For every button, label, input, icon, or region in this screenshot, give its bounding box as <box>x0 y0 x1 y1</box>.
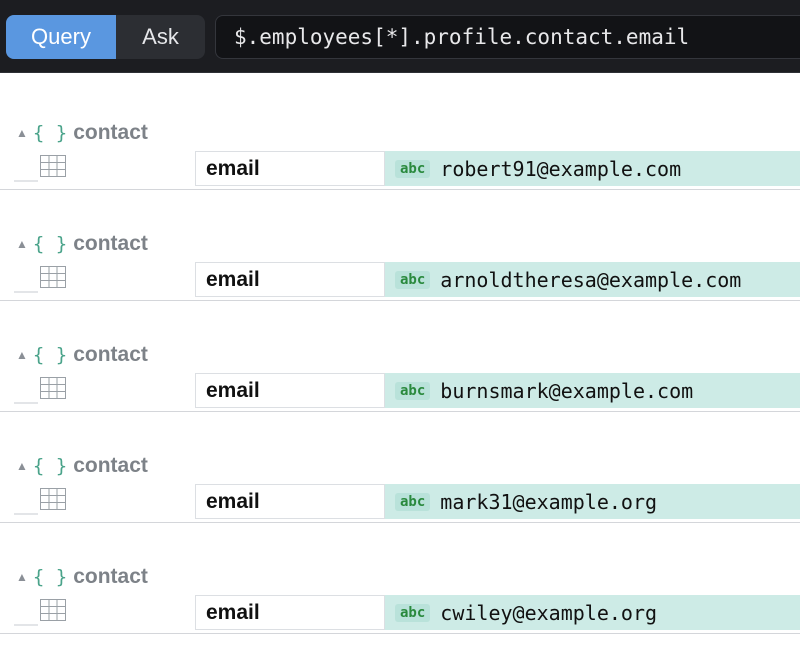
braces-icon: { } <box>32 566 68 588</box>
object-key-label: contact <box>73 565 148 588</box>
divider <box>0 300 800 301</box>
field-value-text: burnsmark@example.com <box>440 378 694 403</box>
field-value-cell[interactable]: abc mark31@example.org <box>385 484 800 519</box>
indent-guide <box>14 180 38 182</box>
indent-guide <box>14 624 38 626</box>
field-value-text: mark31@example.org <box>440 489 658 514</box>
field-name-cell: email <box>195 151 385 186</box>
record-header[interactable]: ▲ { } contact <box>16 453 148 479</box>
object-key-label: contact <box>73 232 148 255</box>
caret-up-icon[interactable]: ▲ <box>16 126 28 140</box>
table-row: email abc cwiley@example.org <box>195 595 800 630</box>
braces-icon: { } <box>32 233 68 255</box>
table-icon[interactable] <box>40 377 66 399</box>
field-value-text: cwiley@example.org <box>440 600 658 625</box>
record-header[interactable]: ▲ { } contact <box>16 231 148 257</box>
result-record: ▲ { } contact email abc arnoldtheresa@ex… <box>0 223 800 334</box>
string-type-badge: abc <box>395 159 431 178</box>
caret-up-icon[interactable]: ▲ <box>16 348 28 362</box>
string-type-badge: abc <box>395 270 431 289</box>
indent-guide <box>14 402 38 404</box>
record-header[interactable]: ▲ { } contact <box>16 564 148 590</box>
field-value-cell[interactable]: abc cwiley@example.org <box>385 595 800 630</box>
braces-icon: { } <box>32 344 68 366</box>
divider <box>0 411 800 412</box>
mode-switch: Query Ask <box>6 15 205 59</box>
table-row: email abc arnoldtheresa@example.com <box>195 262 800 297</box>
divider <box>0 633 800 634</box>
table-icon[interactable] <box>40 488 66 510</box>
table-icon[interactable] <box>40 599 66 621</box>
braces-icon: { } <box>32 122 68 144</box>
divider <box>0 522 800 523</box>
object-key-label: contact <box>73 343 148 366</box>
table-row: email abc burnsmark@example.com <box>195 373 800 408</box>
indent-guide <box>14 291 38 293</box>
field-value-text: arnoldtheresa@example.com <box>440 267 742 292</box>
field-value-cell[interactable]: abc robert91@example.com <box>385 151 800 186</box>
braces-icon: { } <box>32 455 68 477</box>
string-type-badge: abc <box>395 381 431 400</box>
field-value-cell[interactable]: abc arnoldtheresa@example.com <box>385 262 800 297</box>
indent-guide <box>14 513 38 515</box>
query-input[interactable]: $.employees[*].profile.contact.email <box>215 15 800 59</box>
record-header[interactable]: ▲ { } contact <box>16 120 148 146</box>
field-name-cell: email <box>195 373 385 408</box>
result-record: ▲ { } contact email abc burnsmark@exampl… <box>0 334 800 445</box>
field-name-cell: email <box>195 595 385 630</box>
result-record: ▲ { } contact email abc robert91@example… <box>0 112 800 223</box>
caret-up-icon[interactable]: ▲ <box>16 237 28 251</box>
field-value-cell[interactable]: abc burnsmark@example.com <box>385 373 800 408</box>
string-type-badge: abc <box>395 603 431 622</box>
caret-up-icon[interactable]: ▲ <box>16 459 28 473</box>
object-key-label: contact <box>73 454 148 477</box>
table-icon[interactable] <box>40 266 66 288</box>
result-record: ▲ { } contact email abc mark31@example.o… <box>0 445 800 556</box>
table-icon[interactable] <box>40 155 66 177</box>
result-record: ▲ { } contact email abc cwiley@example.o… <box>0 556 800 667</box>
table-row: email abc robert91@example.com <box>195 151 800 186</box>
divider <box>0 189 800 190</box>
field-name-cell: email <box>195 484 385 519</box>
field-value-text: robert91@example.com <box>440 156 682 181</box>
query-toolbar: Query Ask $.employees[*].profile.contact… <box>0 0 800 73</box>
record-header[interactable]: ▲ { } contact <box>16 342 148 368</box>
results-list: ▲ { } contact email abc robert91@example… <box>0 112 800 667</box>
object-key-label: contact <box>73 121 148 144</box>
table-row: email abc mark31@example.org <box>195 484 800 519</box>
ask-mode-button[interactable]: Ask <box>116 15 205 59</box>
field-name-cell: email <box>195 262 385 297</box>
string-type-badge: abc <box>395 492 431 511</box>
query-mode-button[interactable]: Query <box>6 15 116 59</box>
caret-up-icon[interactable]: ▲ <box>16 570 28 584</box>
